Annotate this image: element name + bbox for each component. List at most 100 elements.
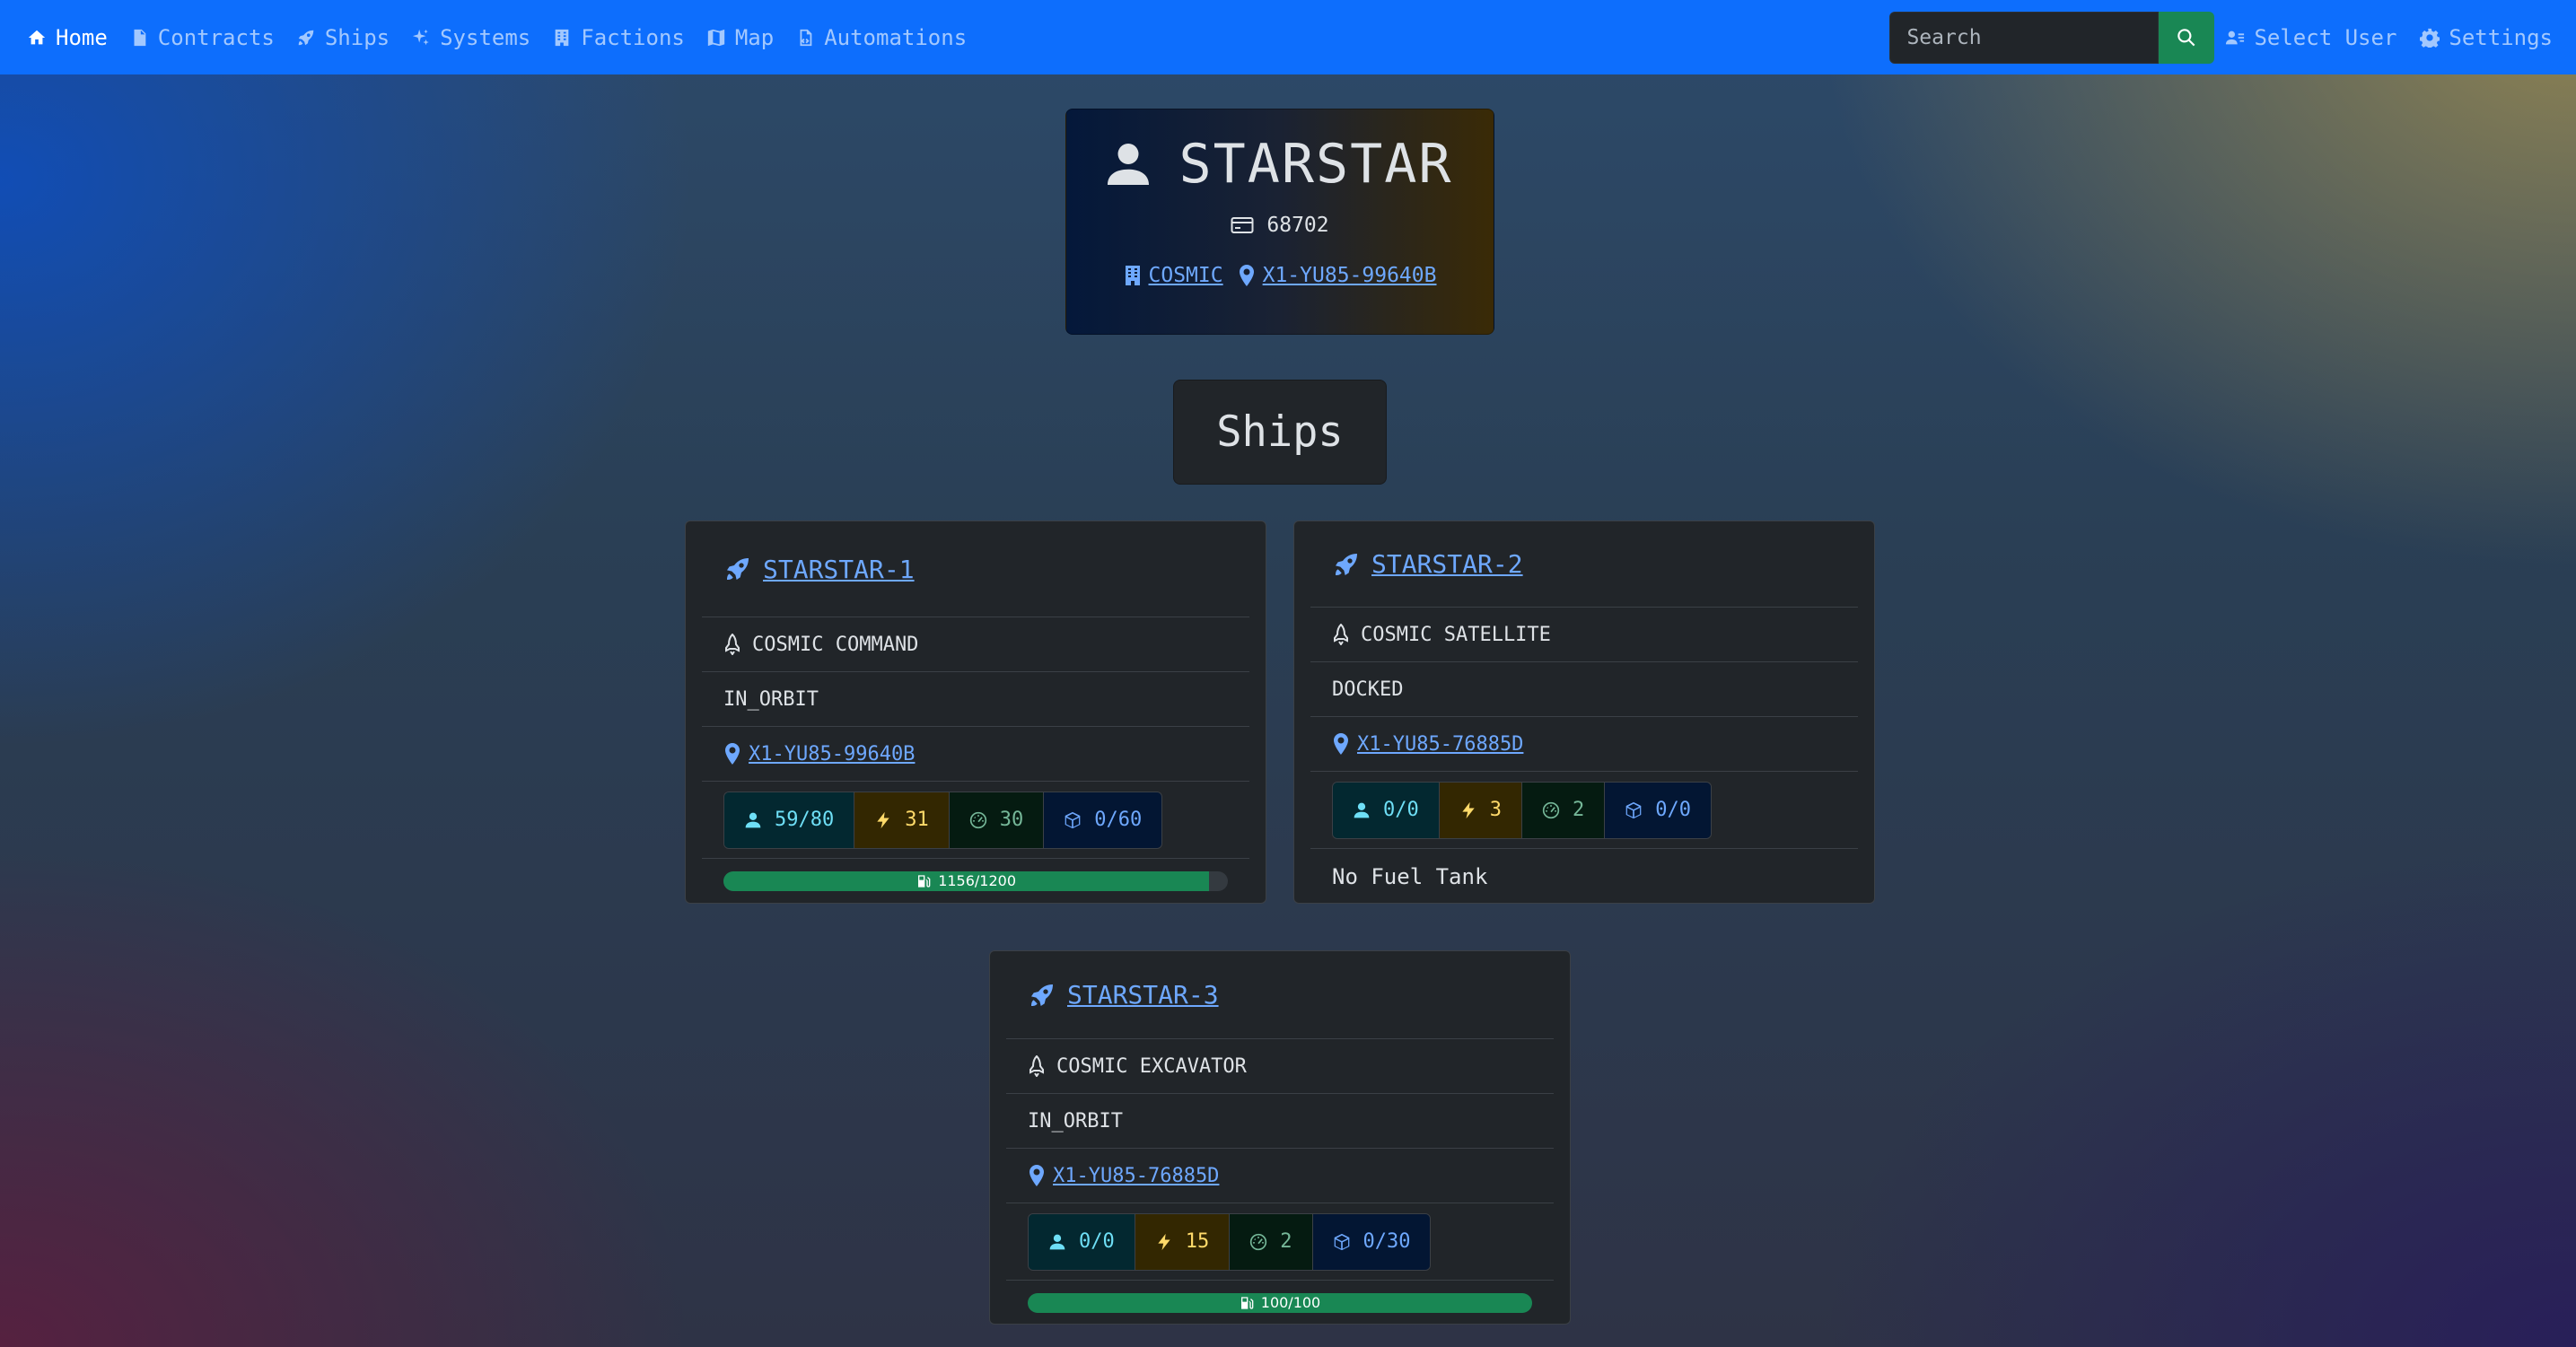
ship-fuel-row: 100/100 [1006,1280,1554,1325]
crew-stat: 0/0 [1333,782,1440,838]
power-stat: 3 [1439,782,1522,838]
nav-item-systems[interactable]: Systems [411,25,530,50]
cargo-value: 0/0 [1655,799,1691,821]
rocket-icon [1031,984,1053,1006]
nav-item-factions[interactable]: Factions [552,25,685,50]
nav-item-label: Systems [440,24,531,50]
ship-card: STARSTAR-2 COSMIC SATELLITE DOCKED X1-YU… [1293,520,1875,904]
lightning-icon [1158,1233,1170,1250]
nav-item-map[interactable]: Map [706,25,774,50]
box-icon [1334,1233,1349,1250]
lightning-icon [877,811,889,828]
search-button[interactable] [2159,11,2215,64]
nav-item-home[interactable]: Home [27,25,108,50]
engine-stat: 30 [949,792,1045,848]
fuel-label: 100/100 [1260,1294,1321,1311]
nav-item-label: Map [734,24,775,50]
ship-status: IN_ORBIT [723,687,819,711]
settings-button[interactable]: Settings [2420,25,2553,50]
nav-item-contracts[interactable]: Contracts [129,25,275,50]
building-icon [1125,266,1140,285]
rocket-outline-icon [1030,1055,1044,1077]
lightning-icon [1462,801,1475,818]
crew-value: 0/0 [1079,1230,1115,1253]
faction-link[interactable]: COSMIC [1124,264,1223,287]
fuel-pump-icon [1240,1296,1254,1309]
cargo-stat: 0/0 [1605,782,1711,838]
ship-waypoint-row: X1-YU85-76885D [1006,1148,1554,1203]
crew-value: 0/0 [1383,799,1419,821]
cargo-stat: 0/30 [1312,1213,1431,1270]
cargo-stat: 0/60 [1044,792,1162,848]
ship-name-link[interactable]: STARSTAR-2 [1371,549,1523,579]
top-navbar: Home Contracts Ships Systems Factions Ma… [0,0,2576,74]
engine-value: 2 [1573,799,1585,821]
credits-value: 68702 [1266,214,1329,237]
nav-item-label: Contracts [157,24,275,50]
ship-stats-row: 59/80 31 30 0/60 [702,781,1249,858]
ship-card: STARSTAR-3 COSMIC EXCAVATOR IN_ORBIT X1-… [989,950,1571,1325]
ship-stats-row: 0/0 15 2 0/30 [1006,1203,1554,1280]
nav-item-ships[interactable]: Ships [296,25,390,50]
credit-card-icon [1231,217,1254,233]
ship-header: STARSTAR-3 [1006,951,1554,1038]
headquarters-link[interactable]: X1-YU85-99640B [1238,264,1436,287]
agent-card: STARSTAR 68702 COSMIC X1-YU85-99640B [1065,109,1494,335]
ship-role: COSMIC EXCAVATOR [1056,1054,1247,1078]
speedometer-icon [1250,1233,1267,1250]
ship-role-row: COSMIC EXCAVATOR [1006,1038,1554,1093]
ship-role-row: COSMIC COMMAND [702,617,1249,671]
ship-status-row: IN_ORBIT [1006,1093,1554,1148]
ship-name-link[interactable]: STARSTAR-1 [763,555,915,584]
select-user-button[interactable]: Select User [2225,25,2396,50]
search-group [1889,11,2215,64]
search-input[interactable] [1889,11,2160,64]
sparkles-icon [412,29,429,45]
crew-value: 59/80 [775,809,835,831]
nav-item-label: Home [56,24,108,50]
cargo-value: 0/30 [1362,1230,1411,1253]
agent-links: COSMIC X1-YU85-99640B [1124,264,1436,287]
ship-status-row: DOCKED [1310,661,1858,716]
ship-waypoint-row: X1-YU85-76885D [1310,716,1858,771]
engine-stat: 2 [1522,782,1606,838]
power-stat: 15 [1135,1213,1231,1270]
search-icon [2177,28,2195,46]
ship-role: COSMIC SATELLITE [1361,623,1551,646]
box-icon [1065,811,1081,828]
ship-waypoint-link[interactable]: X1-YU85-76885D [1028,1165,1219,1187]
ship-status: DOCKED [1332,678,1404,701]
fuel-pump-icon [918,874,931,888]
fuel-label: 1156/1200 [938,872,1017,889]
person-icon [1049,1234,1065,1249]
crew-stat: 0/0 [1029,1213,1135,1270]
nav-item-label: Ships [324,24,390,50]
nav-item-automations[interactable]: Automations [795,25,967,50]
ship-waypoint-link[interactable]: X1-YU85-99640B [723,743,915,765]
fuel-progress-fill: 100/100 [1028,1292,1532,1313]
ship-fuel-row: No Fuel Tank [1310,848,1858,904]
location-pin-icon [1030,1165,1044,1186]
rocket-outline-icon [725,634,740,655]
ship-stats: 0/0 3 2 0/0 [1332,781,1712,839]
ship-waypoint-row: X1-YU85-99640B [702,726,1249,781]
document-icon [134,29,146,46]
gear-icon [2420,28,2440,48]
location-pin-icon [725,743,740,765]
building-icon [555,29,569,46]
engine-stat: 2 [1230,1213,1313,1270]
rocket-outline-icon [1334,624,1348,645]
ship-waypoint-link[interactable]: X1-YU85-76885D [1332,733,1523,756]
ship-stats: 59/80 31 30 0/60 [723,791,1163,849]
ship-name-link[interactable]: STARSTAR-3 [1067,980,1219,1010]
person-icon [1107,144,1149,185]
fuel-progress-bar: 1156/1200 [723,870,1228,891]
nav-right: Select User Settings [1889,11,2553,64]
ships-heading: Ships [1173,380,1387,485]
power-value: 3 [1489,799,1502,821]
ship-status-row: IN_ORBIT [702,671,1249,726]
engine-value: 30 [999,809,1024,831]
fuel-progress-bar: 100/100 [1028,1292,1532,1313]
credits: 68702 [1231,214,1329,237]
power-value: 31 [905,809,929,831]
